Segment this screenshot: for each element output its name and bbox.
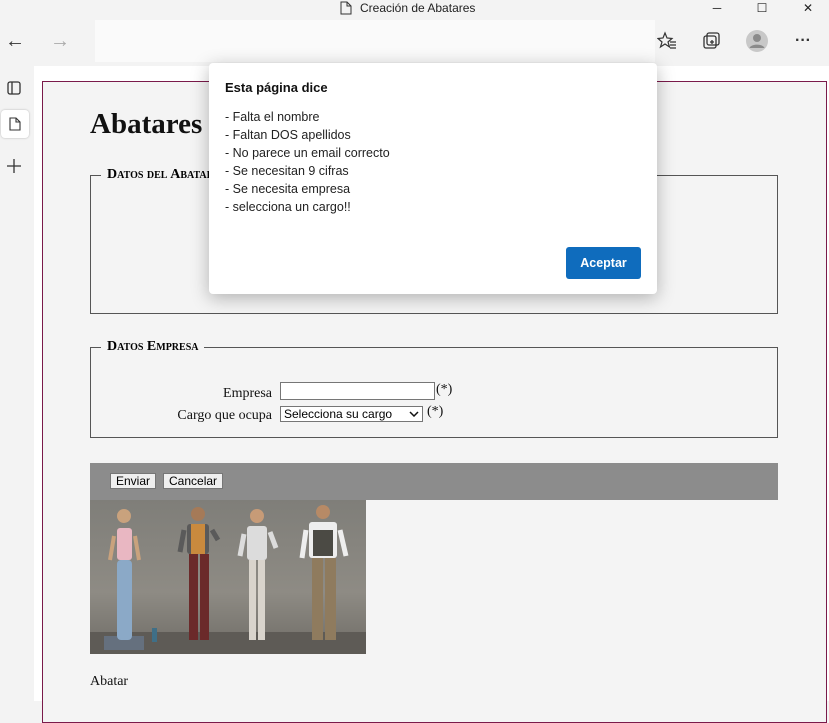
form-button-bar: Enviar Cancelar	[90, 463, 778, 500]
vertical-tabs-sidebar	[0, 66, 35, 701]
address-bar[interactable]	[95, 20, 655, 62]
tab-actions-icon[interactable]	[0, 74, 28, 102]
new-tab-icon[interactable]	[0, 152, 28, 180]
window-title-wrap: Creación de Abatares	[340, 0, 475, 16]
dialog-message-line: - No parece un email correcto	[225, 146, 390, 160]
minimize-icon[interactable]: ─	[706, 0, 728, 16]
dialog-message-line: - Se necesita empresa	[225, 182, 351, 196]
forward-icon[interactable]: →	[45, 16, 75, 66]
aceptar-button[interactable]: Aceptar	[566, 247, 641, 279]
title-bar: Creación de Abatares ─ ☐ ✕	[0, 0, 829, 16]
cargo-select[interactable]: Selecciona su cargo	[280, 406, 423, 422]
empresa-required-mark: (*)	[436, 382, 453, 397]
more-menu-icon[interactable]: ···	[788, 16, 818, 66]
chevron-down-icon	[409, 411, 419, 417]
profile-avatar-icon[interactable]	[742, 16, 772, 66]
dialog-title: Esta página dice	[225, 80, 328, 95]
empresa-input[interactable]	[280, 382, 435, 400]
close-icon[interactable]: ✕	[797, 0, 819, 16]
dialog-message-line: - Se necesitan 9 cifras	[225, 164, 349, 178]
browser-toolbar: ← → ···	[0, 16, 829, 66]
maximize-icon[interactable]: ☐	[751, 0, 773, 16]
cancelar-button[interactable]: Cancelar	[163, 473, 224, 489]
fieldset-datos-abatar-legend: Datos del Abatar	[107, 167, 214, 182]
favorites-icon[interactable]	[652, 16, 682, 66]
cargo-required-mark: (*)	[427, 404, 444, 419]
collections-icon[interactable]	[696, 16, 726, 66]
image-caption: Abatar	[90, 674, 129, 689]
dialog-message-line: - Faltan DOS apellidos	[225, 128, 351, 142]
alert-dialog: Esta página dice - Falta el nombre - Fal…	[209, 63, 657, 294]
document-icon	[340, 1, 352, 15]
back-icon[interactable]: ←	[0, 16, 30, 66]
dialog-message-line: - Falta el nombre	[225, 110, 320, 124]
fieldset-datos-empresa-legend: Datos Empresa	[107, 339, 199, 354]
dialog-message-line: - selecciona un cargo!!	[225, 200, 351, 214]
avatars-illustration	[90, 505, 366, 654]
cargo-label: Cargo que ocupa	[177, 408, 272, 423]
dialog-message: - Falta el nombre - Faltan DOS apellidos…	[225, 108, 390, 216]
page-title: Abatares	[90, 108, 203, 140]
enviar-button[interactable]: Enviar	[110, 473, 157, 489]
abatar-image	[90, 500, 366, 654]
current-tab-icon[interactable]	[1, 110, 29, 138]
empresa-label: Empresa	[223, 386, 272, 401]
cargo-select-value: Selecciona su cargo	[284, 407, 393, 421]
window-title: Creación de Abatares	[360, 1, 476, 15]
